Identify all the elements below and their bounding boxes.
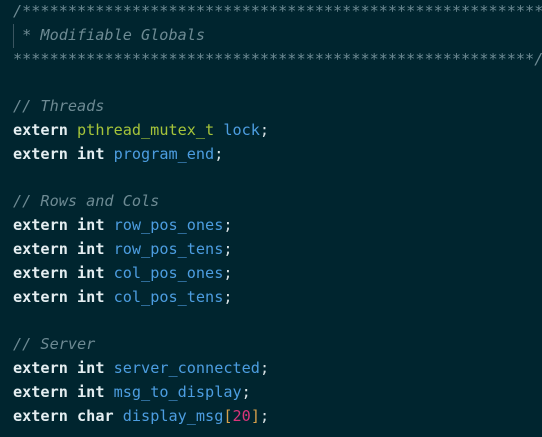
- semicolon: ;: [223, 263, 233, 282]
- code-line-lock-decl: extern pthread_mutex_t lock;: [0, 119, 542, 143]
- semicolon: ;: [223, 239, 233, 258]
- variable-name: server_connected: [113, 358, 260, 377]
- variable-name: col_pos_tens: [113, 287, 224, 306]
- semicolon: ;: [241, 382, 251, 401]
- type-name: int: [77, 263, 105, 282]
- code-editor[interactable]: /***************************************…: [0, 0, 542, 437]
- type-name: int: [77, 144, 105, 163]
- extern-keyword: extern: [13, 144, 68, 163]
- block-comment-title: * Modifiable Globals: [13, 25, 206, 44]
- indent-guide: [13, 24, 14, 48]
- extern-keyword: extern: [13, 406, 68, 425]
- type-name: int: [77, 287, 105, 306]
- code-line-rows-cols-comment: // Rows and Cols: [0, 190, 542, 214]
- code-line-server-comment: // Server: [0, 333, 542, 357]
- variable-name: display_msg: [122, 406, 224, 425]
- extern-keyword: extern: [13, 263, 68, 282]
- variable-name: row_pos_ones: [113, 216, 224, 235]
- code-line-threads-comment: // Threads: [0, 95, 542, 119]
- code-line-header-title: * Modifiable Globals: [0, 24, 542, 48]
- code-line-header-start: /***************************************…: [0, 0, 542, 24]
- array-size: 20: [232, 406, 251, 425]
- code-line-program-end-decl: extern int program_end;: [0, 143, 542, 167]
- server-comment: // Server: [13, 335, 96, 354]
- semicolon: ;: [259, 406, 270, 425]
- semicolon: ;: [223, 287, 233, 306]
- semicolon: ;: [223, 216, 233, 235]
- variable-name: msg_to_display: [113, 382, 242, 401]
- open-bracket: [: [223, 406, 233, 425]
- type-name: int: [77, 358, 105, 377]
- extern-keyword: extern: [13, 382, 68, 401]
- extern-keyword: extern: [13, 358, 68, 377]
- code-line-col-pos-ones-decl: extern int col_pos_ones;: [0, 262, 542, 286]
- code-line-col-pos-tens-decl: extern int col_pos_tens;: [0, 286, 542, 310]
- type-name: pthread_mutex_t: [77, 120, 215, 139]
- semicolon: ;: [259, 358, 270, 377]
- code-line-msg-to-display-decl: extern int msg_to_display;: [0, 381, 542, 405]
- block-comment-end: ****************************************…: [13, 49, 542, 68]
- semicolon: ;: [214, 144, 224, 163]
- code-line-server-connected-decl: extern int server_connected;: [0, 357, 542, 381]
- type-name: char: [77, 406, 114, 425]
- variable-name: program_end: [113, 144, 215, 163]
- semicolon: ;: [259, 120, 270, 139]
- code-line-row-pos-tens-decl: extern int row_pos_tens;: [0, 238, 542, 262]
- extern-keyword: extern: [13, 287, 68, 306]
- extern-keyword: extern: [13, 120, 68, 139]
- variable-name: row_pos_tens: [113, 239, 224, 258]
- rows-cols-comment: // Rows and Cols: [13, 192, 160, 211]
- block-comment-start: /***************************************…: [13, 2, 542, 20]
- code-line-row-pos-ones-decl: extern int row_pos_ones;: [0, 214, 542, 238]
- code-line-header-end: ****************************************…: [0, 48, 542, 72]
- type-name: int: [77, 382, 105, 401]
- extern-keyword: extern: [13, 239, 68, 258]
- type-name: int: [77, 216, 105, 235]
- type-name: int: [77, 239, 105, 258]
- close-bracket: ]: [250, 406, 260, 425]
- extern-keyword: extern: [13, 216, 68, 235]
- variable-name: col_pos_ones: [113, 263, 224, 282]
- variable-name: lock: [223, 120, 260, 139]
- threads-comment: // Threads: [13, 97, 105, 116]
- code-line-display-msg-decl: extern char display_msg[20];: [0, 405, 542, 429]
